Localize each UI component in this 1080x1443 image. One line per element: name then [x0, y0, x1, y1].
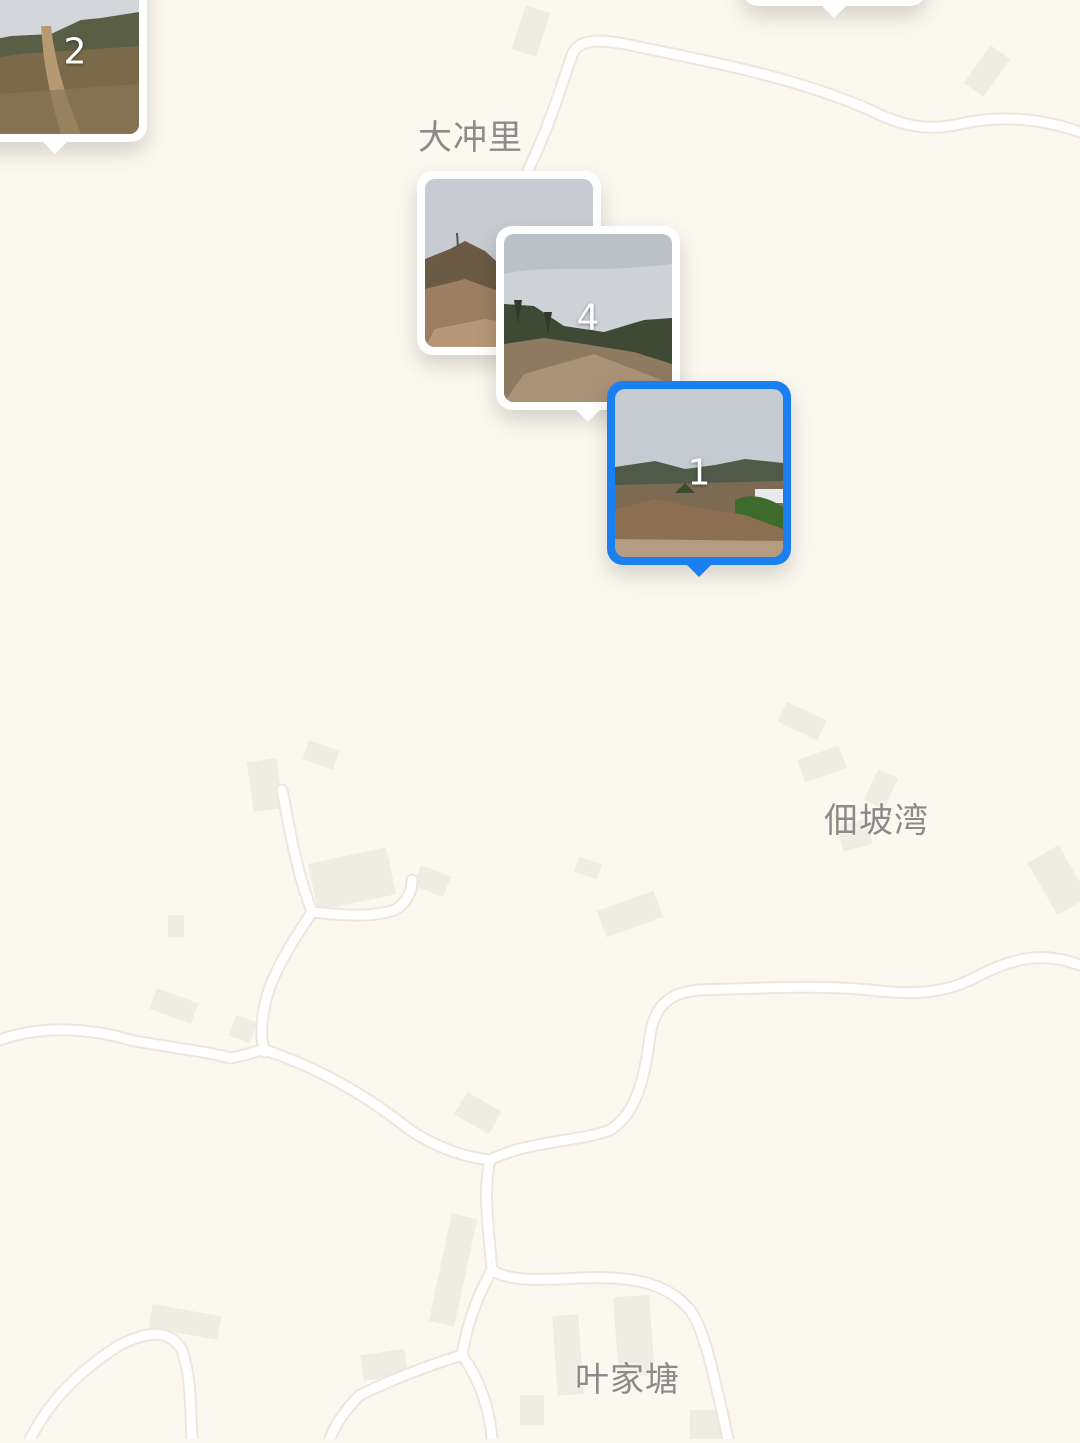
- photo-marker-selected[interactable]: 1: [607, 381, 791, 577]
- place-label-dianpowan: 佃坡湾: [824, 801, 929, 841]
- building-footprints: [148, 5, 1080, 1439]
- photo-thumbnail: [504, 234, 672, 402]
- photo-marker-partial[interactable]: [742, 0, 926, 18]
- place-label-dachongli: 大冲里: [418, 118, 523, 158]
- map-canvas[interactable]: 大冲里 佃坡湾 叶家塘 2 4 1: [0, 0, 1080, 1443]
- photo-thumbnail: [0, 0, 139, 134]
- landscape-photo-icon: [0, 0, 139, 134]
- photo-marker-top-left[interactable]: 2: [0, 0, 147, 154]
- place-label-yejiatang: 叶家塘: [575, 1360, 680, 1400]
- landscape-photo-icon: [615, 389, 783, 557]
- landscape-photo-icon: [504, 234, 672, 402]
- photo-thumbnail: [615, 389, 783, 557]
